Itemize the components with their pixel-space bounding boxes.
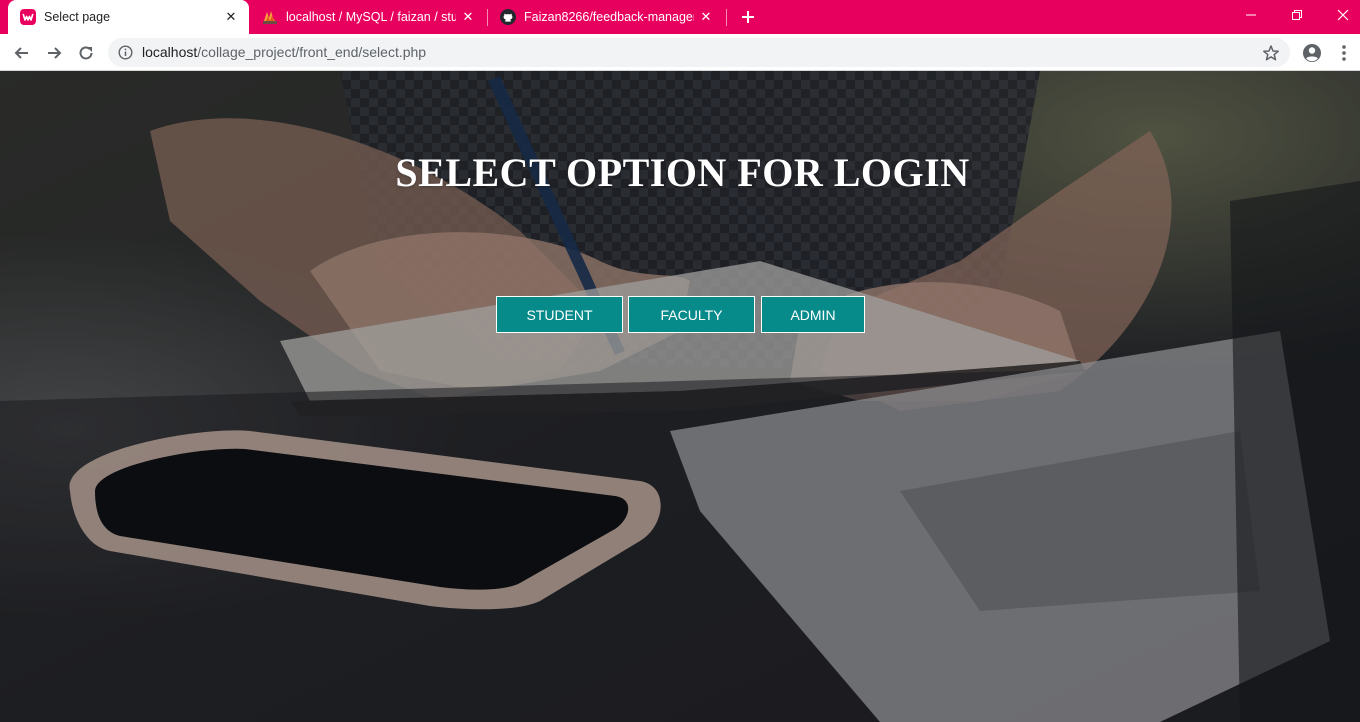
tab-divider [726,9,727,26]
browser-toolbar: localhost/collage_project/front_end/sele… [0,34,1360,71]
forward-button[interactable] [40,39,68,67]
url-host: localhost [142,44,198,60]
star-icon[interactable] [1262,44,1280,62]
arrow-right-icon [48,47,62,59]
profile-avatar-icon[interactable] [1300,41,1324,65]
close-icon[interactable]: ✕ [698,9,714,25]
admin-button[interactable]: ADMIN [761,296,865,333]
info-icon[interactable] [118,45,133,60]
back-button[interactable] [8,39,36,67]
phpmyadmin-icon [262,9,278,25]
reload-icon [79,46,93,60]
new-tab-button[interactable] [736,5,760,29]
tab-title: localhost / MySQL / faizan / student [286,10,456,24]
tab-title: Select page [44,10,111,24]
wamp-icon [20,9,36,25]
page-viewport: SELECT OPTION FOR LOGIN STUDENT FACULTY … [0,71,1360,722]
tab-github[interactable]: Faizan8266/feedback-management ✕ [488,0,724,34]
reload-button[interactable] [72,39,100,67]
restore-icon [1292,10,1302,20]
close-icon[interactable]: ✕ [223,9,239,25]
window-close-button[interactable] [1320,0,1360,30]
address-bar[interactable]: localhost/collage_project/front_end/sele… [108,38,1290,67]
tab-title: Faizan8266/feedback-management [524,10,694,24]
url-path: /collage_project/front_end/select.php [197,44,427,60]
close-icon [1337,9,1349,21]
close-icon[interactable]: ✕ [460,9,476,25]
url-text[interactable]: localhost/collage_project/front_end/sele… [142,38,426,67]
github-icon [500,9,516,25]
plus-icon [742,11,754,23]
more-menu-icon[interactable] [1334,41,1354,65]
minimize-icon [1246,14,1256,16]
minimize-button[interactable] [1228,0,1274,30]
page-title: SELECT OPTION FOR LOGIN [395,150,970,195]
arrow-left-icon [14,47,28,59]
tab-select-page[interactable]: Select page ✕ [8,0,249,34]
faculty-button[interactable]: FACULTY [628,296,755,333]
tab-phpmyadmin[interactable]: localhost / MySQL / faizan / student ✕ [250,0,486,34]
browser-tab-strip: Select page ✕ localhost / MySQL / faizan… [0,0,1360,34]
student-button[interactable]: STUDENT [496,296,623,333]
restore-button[interactable] [1274,0,1320,30]
